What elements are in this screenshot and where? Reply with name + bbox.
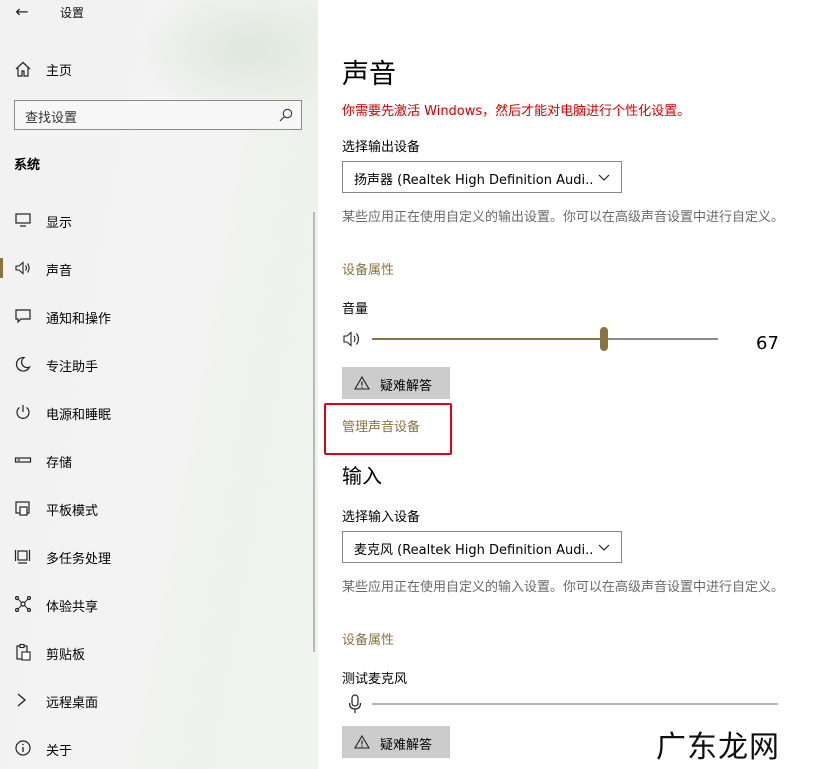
volume-fill: [372, 338, 604, 340]
sidebar-item-label: 显示: [46, 216, 73, 231]
microphone-icon: [348, 694, 362, 713]
sidebar-item-label: 电源和睡眠: [46, 408, 112, 423]
highlight-box: [324, 403, 452, 455]
sidebar-item-label: 存储: [46, 456, 73, 471]
multitask-icon: [14, 550, 31, 564]
input-device-properties-link[interactable]: 设备属性: [342, 629, 394, 648]
warning-icon: [354, 734, 370, 749]
sidebar-item-label: 声音: [46, 264, 73, 279]
search-placeholder: 查找设置: [25, 111, 78, 126]
sidebar-scrollbar[interactable]: [313, 212, 315, 652]
moon-icon: [15, 356, 31, 372]
sidebar-item-shared-experiences[interactable]: 体验共享: [0, 584, 318, 624]
sidebar-item-multitasking[interactable]: 多任务处理: [0, 536, 318, 576]
sound-settings-page: 声音 你需要先激活 Windows，然后才能对电脑进行个性化设置。 选择输出设备…: [318, 0, 821, 769]
title-bar: ← 设置: [0, 0, 318, 26]
volume-label: 音量: [342, 302, 369, 317]
sidebar-item-label: 通知和操作: [46, 312, 112, 327]
sidebar-item-focus-assist[interactable]: 专注助手: [0, 344, 318, 384]
sidebar-item-label: 专注助手: [46, 360, 99, 375]
microphone-level-meter: [372, 703, 778, 705]
volume-speaker-icon[interactable]: [342, 329, 364, 349]
sidebar-item-clipboard[interactable]: 剪贴板: [0, 632, 318, 672]
warning-icon: [354, 375, 370, 390]
input-device-value: 麦克风 (Realtek High Definition Audi...: [354, 543, 594, 558]
search-input[interactable]: 查找设置: [14, 100, 302, 130]
volume-slider[interactable]: [372, 338, 718, 340]
sidebar-item-label: 平板模式: [46, 504, 99, 519]
speaker-icon: [15, 261, 30, 275]
sidebar-section-title: 系统: [14, 158, 41, 173]
output-device-label: 选择输出设备: [342, 140, 421, 155]
sidebar-item-label: 剪贴板: [46, 648, 86, 663]
settings-sidebar: ← 设置 主页 查找设置 系统 显示 声音 通知和操作 专注助手 电源和睡眠 存…: [0, 0, 318, 769]
troubleshoot-button-label: 疑难解答: [380, 379, 433, 394]
input-heading: 输入: [342, 464, 382, 488]
input-device-dropdown[interactable]: 麦克风 (Realtek High Definition Audi...: [342, 531, 622, 563]
window-title: 设置: [60, 6, 85, 20]
output-description: 某些应用正在使用自定义的输出设置。你可以在高级声音设置中进行自定义。: [342, 210, 785, 225]
sidebar-item-sound[interactable]: 声音: [0, 248, 318, 288]
sidebar-item-tablet-mode[interactable]: 平板模式: [0, 488, 318, 528]
home-icon: [15, 61, 31, 77]
watermark-logo: 广东龙网: [656, 730, 780, 765]
chevron-down-icon: [598, 544, 610, 551]
remote-icon: [17, 693, 26, 707]
notification-icon: [15, 309, 31, 324]
active-indicator: [0, 258, 3, 278]
clipboard-icon: [16, 643, 31, 661]
sidebar-item-label: 远程桌面: [46, 696, 99, 711]
sidebar-item-notifications[interactable]: 通知和操作: [0, 296, 318, 336]
sidebar-item-display[interactable]: 显示: [0, 200, 318, 240]
troubleshoot-button[interactable]: 疑难解答: [342, 367, 450, 399]
sidebar-item-power[interactable]: 电源和睡眠: [0, 392, 318, 432]
output-device-dropdown[interactable]: 扬声器 (Realtek High Definition Audi...: [342, 161, 622, 193]
troubleshoot-button-label: 疑难解答: [380, 738, 433, 753]
sidebar-item-remote-desktop[interactable]: 远程桌面: [0, 680, 318, 720]
chevron-down-icon: [598, 174, 610, 181]
sidebar-item-about[interactable]: 关于: [0, 728, 318, 768]
search-icon[interactable]: [279, 108, 293, 122]
share-icon: [14, 595, 32, 613]
volume-value: 67: [756, 333, 779, 354]
tablet-icon: [15, 501, 30, 516]
sidebar-item-label: 多任务处理: [46, 552, 112, 567]
info-icon: [15, 740, 31, 756]
output-device-properties-link[interactable]: 设备属性: [342, 259, 394, 278]
microphone-level-row: [342, 692, 782, 716]
power-icon: [16, 405, 30, 419]
input-description: 某些应用正在使用自定义的输入设置。你可以在高级声音设置中进行自定义。: [342, 580, 785, 595]
page-title: 声音: [342, 59, 396, 90]
output-device-value: 扬声器 (Realtek High Definition Audi...: [354, 173, 594, 188]
sidebar-item-home[interactable]: 主页: [0, 56, 318, 82]
back-button[interactable]: ←: [12, 2, 32, 22]
input-device-label: 选择输入设备: [342, 510, 421, 525]
activation-warning: 你需要先激活 Windows，然后才能对电脑进行个性化设置。: [342, 104, 691, 119]
test-microphone-label: 测试麦克风: [342, 672, 408, 687]
sidebar-item-label: 体验共享: [46, 600, 99, 615]
sidebar-item-label: 主页: [46, 64, 73, 79]
storage-icon: [14, 457, 32, 463]
sidebar-item-label: 关于: [46, 744, 73, 759]
sidebar-item-storage[interactable]: 存储: [0, 440, 318, 480]
volume-slider-row: [342, 325, 782, 355]
input-troubleshoot-button[interactable]: 疑难解答: [342, 726, 450, 758]
volume-thumb[interactable]: [599, 327, 608, 351]
display-icon: [15, 213, 31, 227]
